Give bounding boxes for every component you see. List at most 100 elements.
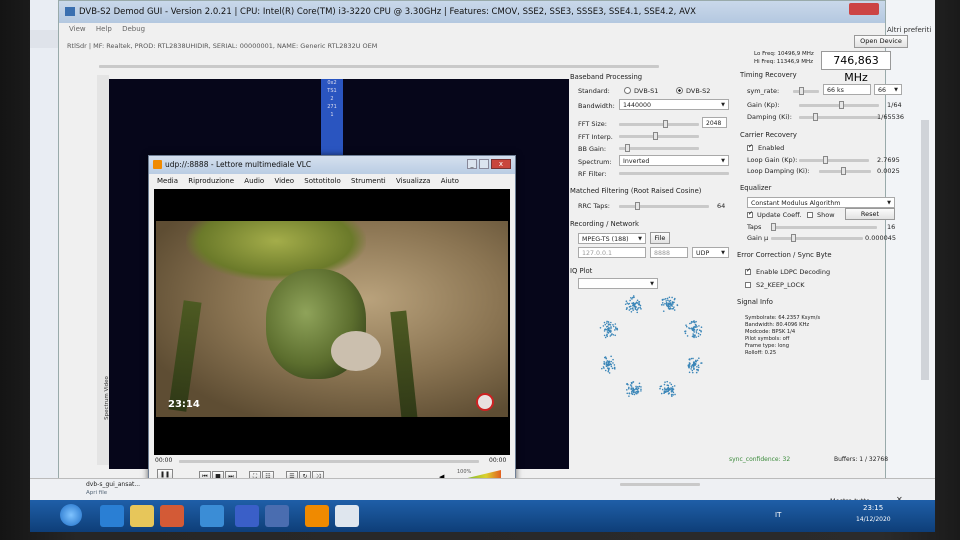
frequency-slider[interactable] <box>99 65 659 68</box>
vlc-seek-bar[interactable] <box>179 460 479 463</box>
slider-thumb[interactable] <box>771 223 776 231</box>
iq-sample-point <box>640 386 642 388</box>
file-button[interactable]: File <box>650 232 670 244</box>
start-button-icon[interactable] <box>60 504 82 526</box>
menu-debug[interactable]: Debug <box>122 25 145 33</box>
floppy-app-icon[interactable] <box>235 505 259 527</box>
minimize-icon[interactable]: _ <box>467 159 477 169</box>
iq-sample-point <box>610 321 612 324</box>
slider-thumb[interactable] <box>791 234 796 242</box>
bandwidth-select[interactable]: 1440000 ▼ <box>619 99 729 110</box>
vlc-taskbar-icon[interactable] <box>305 505 329 527</box>
vlc-menu-subtitle[interactable]: Sottotitolo <box>304 177 340 185</box>
frequency-display[interactable]: 746,863 MHz <box>821 51 891 84</box>
iq-sample-point <box>698 325 700 327</box>
iq-sample-point <box>628 309 631 311</box>
sym-rate-slider[interactable] <box>793 87 819 95</box>
standard-radio-dvbs1[interactable] <box>624 87 631 94</box>
slider-thumb[interactable] <box>813 113 818 121</box>
recording-format-select[interactable]: MPEG-TS (188) ▼ <box>578 233 646 244</box>
iq-sample-point <box>693 336 695 339</box>
clock-date[interactable]: 14/12/2020 <box>856 516 891 523</box>
fft-interp-slider[interactable] <box>619 132 699 140</box>
show-checkbox[interactable] <box>807 212 813 218</box>
keep-lock-checkbox[interactable] <box>745 282 751 288</box>
rf-filter-slider[interactable] <box>619 172 729 175</box>
rrc-taps-slider[interactable] <box>619 202 709 210</box>
fft-size-slider[interactable] <box>619 120 699 128</box>
iq-sample-point <box>663 391 666 394</box>
menu-view[interactable]: View <box>69 25 86 33</box>
vlc-menu-media[interactable]: Media <box>157 177 178 185</box>
vlc-menu-playback[interactable]: Riproduzione <box>188 177 234 185</box>
loop-damping-slider[interactable] <box>819 167 871 175</box>
iq-sample-point <box>636 299 639 302</box>
slider-thumb[interactable] <box>653 132 658 140</box>
download-file-name[interactable]: dvb-s_gui_ansat... <box>86 481 140 488</box>
loop-gain-slider[interactable] <box>799 156 869 164</box>
reset-button[interactable]: Reset <box>845 208 895 220</box>
port-input[interactable]: 8888 <box>650 247 688 258</box>
menu-help[interactable]: Help <box>96 25 112 33</box>
download-open-link[interactable]: Apri file <box>86 490 107 496</box>
iq-sample-point <box>612 362 614 364</box>
carrier-enabled-label: Enabled <box>758 144 785 152</box>
iq-sample-point <box>663 383 666 386</box>
explorer-icon[interactable] <box>130 505 154 527</box>
iq-sample-point <box>630 382 633 385</box>
sym-rate-input[interactable]: 66 ks <box>823 84 871 95</box>
slider-thumb[interactable] <box>841 167 846 175</box>
eq-gain-slider[interactable] <box>771 234 863 242</box>
other-bookmarks-label[interactable]: Altri preferiti <box>887 26 931 34</box>
ldpc-checkbox[interactable]: ✓ <box>745 267 751 275</box>
bb-gain-slider[interactable] <box>619 144 699 152</box>
vlc-menu-tools[interactable]: Strumenti <box>351 177 386 185</box>
video-timestamp-overlay: 23:14 <box>168 399 200 410</box>
clock-time[interactable]: 23:15 <box>863 504 883 512</box>
language-indicator[interactable]: IT <box>775 511 781 519</box>
dvb-gui-taskbar-icon[interactable] <box>265 505 289 527</box>
timing-gain-slider[interactable] <box>799 101 879 109</box>
ip-input[interactable]: 127.0.0.1 <box>578 247 646 258</box>
iq-sample-point <box>603 330 606 332</box>
iq-sample-point <box>669 382 671 384</box>
update-coeff-checkbox[interactable]: ✓ <box>747 210 753 218</box>
equalizer-algorithm-select[interactable]: Constant Modulus Algorithm ▼ <box>747 197 895 208</box>
slider-thumb[interactable] <box>839 101 844 109</box>
open-device-button[interactable]: Open Device <box>854 35 908 48</box>
eq-taps-slider[interactable] <box>771 223 877 231</box>
vlc-video-area[interactable]: 23:14 <box>154 189 510 455</box>
sym-rate-select[interactable]: 66 ▼ <box>874 84 902 95</box>
close-icon[interactable]: x <box>491 159 511 169</box>
fft-size-label: FFT Size: <box>578 120 607 128</box>
vlc-menu-audio[interactable]: Audio <box>244 177 264 185</box>
maximize-icon[interactable] <box>479 159 489 169</box>
iq-sample-point <box>673 306 675 308</box>
close-icon[interactable] <box>849 3 879 15</box>
protocol-select[interactable]: UDP ▼ <box>692 247 729 258</box>
sym-rate-label: sym_rate: <box>747 87 780 95</box>
vlc-menu-view[interactable]: Visualizza <box>396 177 430 185</box>
slider-thumb[interactable] <box>663 120 668 128</box>
slider-thumb[interactable] <box>823 156 828 164</box>
chrome-taskbar-icon[interactable] <box>335 505 359 527</box>
slider-thumb[interactable] <box>799 87 804 95</box>
iq-sample-point <box>640 388 642 391</box>
carrier-enabled-checkbox[interactable]: ✓ <box>747 143 753 151</box>
slider-thumb[interactable] <box>635 202 640 210</box>
vlc-menu-help[interactable]: Aiuto <box>441 177 459 185</box>
ie-icon[interactable] <box>100 505 124 527</box>
vlc-menu-video[interactable]: Video <box>274 177 294 185</box>
slider-thumb[interactable] <box>625 144 630 152</box>
iq-sample-point <box>700 330 702 332</box>
iq-sample-point <box>697 364 700 367</box>
edge-icon[interactable] <box>200 505 224 527</box>
spectrum-select[interactable]: Inverted ▼ <box>619 155 729 166</box>
timing-damping-slider[interactable] <box>799 113 879 121</box>
browser-scrollbar[interactable] <box>921 120 929 380</box>
media-player-icon[interactable] <box>160 505 184 527</box>
fft-size-input[interactable]: 2048 <box>702 117 727 128</box>
background-slider[interactable] <box>620 483 700 486</box>
iq-sample-point <box>610 365 613 368</box>
standard-radio-dvbs2[interactable] <box>676 87 683 94</box>
